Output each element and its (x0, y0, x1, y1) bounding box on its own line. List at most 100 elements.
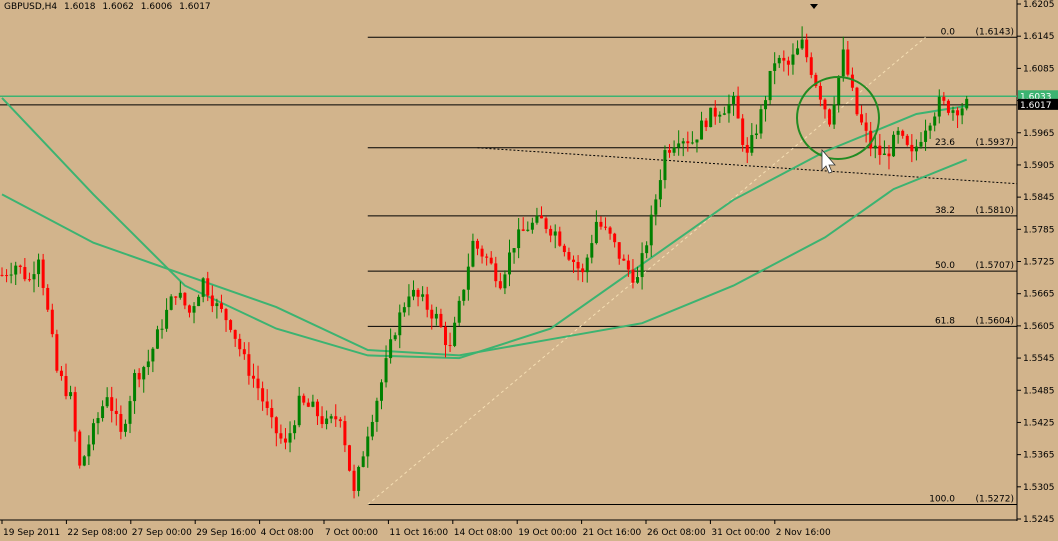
candle-bull (379, 382, 383, 401)
candle-bear (206, 278, 210, 296)
current-price-label: 1.6017 (1020, 101, 1052, 111)
y-tick-label: 1.5365 (1023, 451, 1055, 461)
close-value: 1.6017 (179, 2, 211, 12)
candle-bull (421, 294, 425, 297)
candle-bear (668, 150, 672, 153)
candle-bull (590, 243, 594, 258)
candle-bear (494, 263, 498, 282)
candle-bear (46, 287, 50, 310)
candle-bull (700, 120, 704, 140)
low-value: 1.6006 (140, 2, 173, 12)
candle-bear (416, 289, 420, 297)
x-tick-label: 31 Oct 00:00 (711, 528, 770, 538)
candle-bear (425, 294, 429, 310)
price-chart[interactable]: 1.62051.61451.60851.60251.59651.59051.58… (0, 0, 1058, 541)
x-tick-label: 4 Oct 08:00 (261, 528, 314, 538)
x-tick-label: 27 Sep 00:00 (132, 528, 192, 538)
candle-bull (105, 397, 109, 407)
candle-bear (864, 122, 868, 131)
candle-bull (768, 70, 772, 101)
candle-bull (896, 130, 900, 135)
candle-bear (604, 226, 608, 228)
candle-bull (681, 141, 685, 144)
candle-bear (174, 296, 178, 298)
candle-bear (18, 265, 22, 268)
candle-bear (238, 338, 242, 350)
candle-bull (960, 108, 964, 116)
candle-bear (439, 313, 443, 327)
candle-bull (453, 322, 457, 346)
candle-bull (201, 278, 205, 297)
candle-bull (293, 425, 297, 434)
candle-bull (709, 107, 713, 128)
candle-bear (352, 470, 356, 491)
y-tick-label: 1.5425 (1023, 418, 1055, 428)
candle-bull (101, 406, 105, 419)
fib-level-label: 61.8 (935, 316, 955, 326)
candle-bull (123, 423, 127, 432)
y-tick-label: 1.5245 (1023, 515, 1055, 525)
candle-bear (745, 144, 749, 153)
fib-level-label: 38.2 (935, 206, 955, 216)
candle-bear (741, 118, 745, 145)
candle-bull (160, 328, 164, 330)
candle-bear (59, 370, 63, 377)
candle-bear (55, 334, 59, 371)
candle-bull (165, 309, 169, 329)
candle-bull (402, 307, 406, 313)
candle-bull (357, 466, 361, 491)
chart-window[interactable]: 1.62051.61451.60851.60251.59651.59051.58… (0, 0, 1058, 541)
candle-bull (654, 199, 658, 215)
candle-bear (572, 259, 576, 263)
x-tick-label: 21 Oct 16:00 (583, 528, 642, 538)
fib-price-label: (1.5937) (975, 138, 1014, 148)
candle-bull (384, 358, 388, 383)
candle-bull (503, 274, 507, 289)
candle-bull (640, 253, 644, 278)
candle-bull (645, 245, 649, 254)
candle-bear (187, 305, 191, 313)
y-tick-label: 1.5905 (1023, 161, 1055, 171)
candle-bull (457, 300, 461, 323)
candle-bull (155, 329, 159, 349)
candle-bear (320, 416, 324, 425)
candle-bear (475, 240, 479, 249)
candle-bear (713, 107, 717, 117)
candle-bull (754, 133, 758, 136)
candle-bull (329, 416, 333, 419)
y-tick-label: 1.5665 (1023, 290, 1055, 300)
candle-bear (27, 279, 31, 281)
candle-bull (663, 150, 667, 181)
candle-bull (133, 373, 137, 402)
candle-bear (256, 378, 260, 389)
candle-bear (430, 309, 434, 319)
candle-bull (9, 274, 13, 276)
candle-bear (5, 275, 9, 277)
y-tick-label: 1.5725 (1023, 258, 1055, 268)
candle-bear (782, 57, 786, 61)
candle-bear (809, 57, 813, 75)
candle-bear (622, 258, 626, 261)
candle-bear (183, 292, 187, 306)
candle-bull (361, 456, 365, 467)
candle-bull (37, 259, 41, 275)
candle-bear (265, 401, 269, 408)
candle-bear (860, 114, 864, 123)
candle-bull (375, 400, 379, 422)
y-tick-label: 1.5305 (1023, 483, 1055, 493)
candle-bear (338, 419, 342, 422)
candle-bear (581, 268, 585, 273)
candle-bull (288, 433, 292, 443)
candle-bear (599, 221, 603, 227)
y-tick-label: 1.6145 (1023, 32, 1055, 42)
candle-bull (32, 274, 36, 280)
candle-bear (137, 373, 141, 380)
candle-bear (119, 414, 123, 432)
candle-bear (448, 345, 452, 347)
candle-bear (558, 231, 562, 246)
x-tick-label: 11 Oct 16:00 (389, 528, 448, 538)
candle-bear (786, 60, 790, 65)
candle-bull (96, 418, 100, 424)
candle-bull (759, 109, 763, 134)
chart-shift-marker-icon (810, 4, 818, 9)
